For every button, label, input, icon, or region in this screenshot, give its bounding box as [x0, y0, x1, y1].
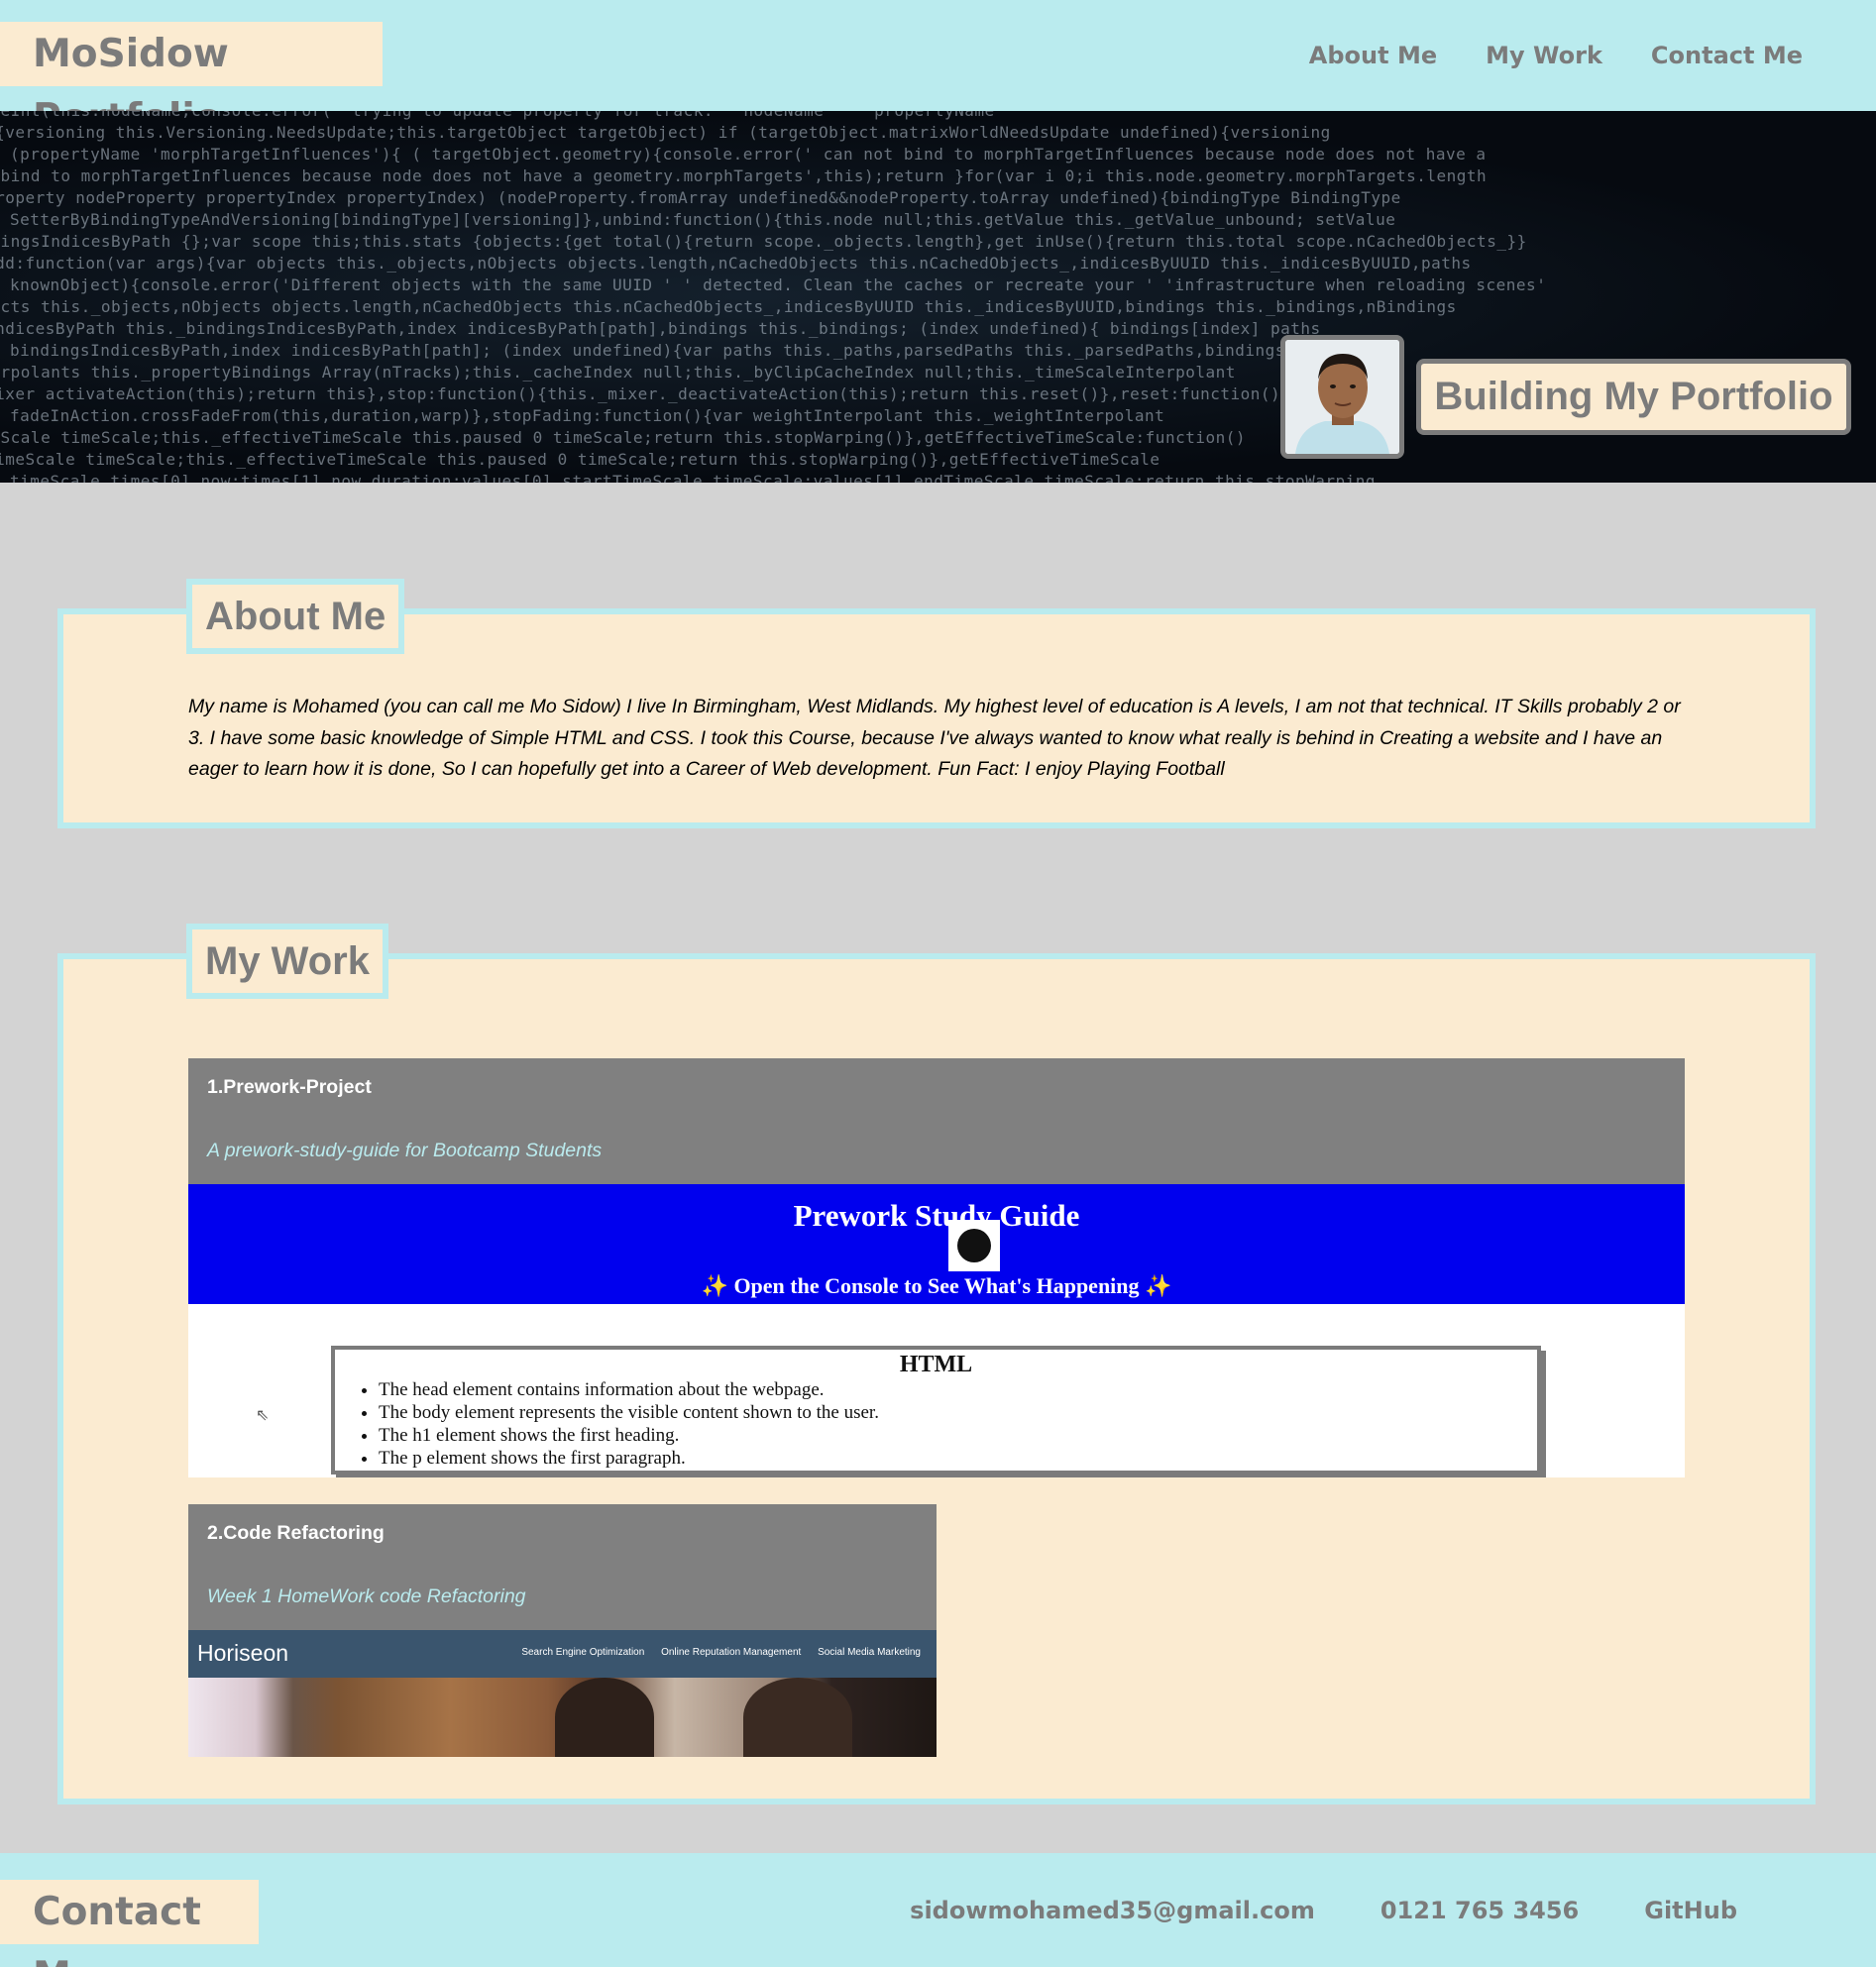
project-card-prework[interactable]: 1.Prework-Project A prework-study-guide …	[188, 1058, 1685, 1477]
about-text: My name is Mohamed (you can call me Mo S…	[188, 696, 1681, 780]
prework-preview-subtitle: ✨ Open the Console to See What's Happeni…	[701, 1273, 1172, 1298]
work-section: My Work 1.Prework-Project A prework-stud…	[57, 924, 1816, 1804]
code-line: parseInt(this.nodeName,console.error(' t…	[0, 111, 995, 120]
portrait-image	[1285, 340, 1399, 454]
list-item: The body element represents the visible …	[379, 1401, 1537, 1424]
sparkle-icon: ✨	[701, 1273, 728, 1298]
main-nav: About Me My Work Contact Me	[1261, 0, 1876, 111]
avatar	[1280, 335, 1404, 459]
html-notes-box: HTML The head element contains informati…	[331, 1346, 1541, 1475]
prework-preview-banner: Prework Study Guide ✨ Open the Console t…	[188, 1184, 1685, 1304]
code-line: timeScale timeScale;this._effectiveTimeS…	[0, 450, 1160, 469]
footer-heading: Contact Me	[0, 1880, 259, 1967]
horiseon-hero-image	[188, 1678, 937, 1757]
prework-preview-title: Prework Study Guide	[793, 1198, 1080, 1233]
email-link[interactable]: sidowmohamed35@gmail.com	[910, 1897, 1315, 1924]
code-line: add:function(var args){var objects this.…	[0, 254, 1472, 273]
list-item: The h1 element shows the first heading.	[379, 1424, 1537, 1447]
project-subtitle: Week 1 HomeWork code Refactoring	[207, 1585, 526, 1607]
project-title: 1.Prework-Project	[207, 1076, 372, 1098]
code-line: interpolants this._propertyBindings Arra…	[0, 363, 1236, 382]
nav-link-about-me[interactable]: About Me	[1309, 42, 1437, 69]
about-section: About Me My name is Mohamed (you can cal…	[57, 579, 1816, 828]
code-line: (propertyName 'morphTargetInfluences'){ …	[10, 145, 1487, 164]
project-card-code-refactoring[interactable]: 2.Code Refactoring Week 1 HomeWork code …	[188, 1504, 937, 1757]
code-line: objects this._objects,nObjects objects.l…	[0, 297, 1457, 316]
contact-links: sidowmohamed35@gmail.com 0121 765 3456 G…	[844, 1853, 1737, 1967]
sparkle-icon: ✨	[1145, 1273, 1172, 1298]
code-line: bindingsIndicesByPath,index indicesByPat…	[10, 341, 1285, 360]
code-line: ){versioning this.Versioning.NeedsUpdate…	[0, 123, 1331, 142]
nav-link-my-work[interactable]: My Work	[1486, 42, 1602, 69]
phone-link[interactable]: 0121 765 3456	[1380, 1897, 1579, 1924]
project-card-header: 1.Prework-Project A prework-study-guide …	[188, 1058, 1685, 1184]
hero-banner: parseInt(this.nodeName,console.error(' t…	[0, 111, 1876, 483]
project-title: 2.Code Refactoring	[207, 1522, 385, 1544]
github-link[interactable]: GitHub	[1644, 1897, 1737, 1924]
project-card-header: 2.Code Refactoring Week 1 HomeWork code …	[188, 1504, 937, 1630]
code-line: property nodeProperty propertyIndex prop…	[0, 188, 1401, 207]
code-line: timeScale times[0] now;times[1] now dura…	[10, 472, 1377, 483]
html-notes-title: HTML	[899, 1352, 973, 1377]
site-footer: Contact Me sidowmohamed35@gmail.com 0121…	[0, 1853, 1876, 1967]
horiseon-preview-nav: Horiseon Search Engine Optimization Onli…	[188, 1630, 937, 1678]
code-line: knownObject){console.error('Different ob…	[10, 275, 1547, 294]
html-notes-list: The head element contains information ab…	[379, 1378, 1537, 1470]
code-line: SetterByBindingTypeAndVersioning[binding…	[10, 210, 1396, 229]
work-heading: My Work	[186, 924, 388, 999]
list-item: The p element shows the first paragraph.	[379, 1447, 1537, 1470]
horiseon-link: Online Reputation Management	[661, 1647, 802, 1658]
horiseon-links: Search Engine Optimization Online Reputa…	[507, 1647, 921, 1658]
cat-logo-icon	[948, 1220, 1000, 1271]
project-subtitle: A prework-study-guide for Bootcamp Stude…	[207, 1140, 603, 1161]
prework-preview-body: ⇖ HTML The head element contains informa…	[188, 1304, 1685, 1477]
code-line: mixer activateAction(this);return this},…	[0, 384, 1281, 403]
site-header: MoSidow Portfolio About Me My Work Conta…	[0, 0, 1876, 141]
code-line: indicesByPath this._bindingsIndicesByPat…	[0, 319, 1321, 338]
horiseon-link: Search Engine Optimization	[521, 1647, 645, 1658]
code-line: bindingsIndicesByPath {};var scope this;…	[0, 232, 1527, 251]
hero-title: Building My Portfolio	[1416, 359, 1851, 435]
code-line: fadeInAction.crossFadeFrom(this,duration…	[10, 406, 1165, 425]
cursor-icon: ⇖	[256, 1405, 270, 1424]
about-heading: About Me	[186, 579, 405, 654]
horiseon-link: Social Media Marketing	[818, 1647, 921, 1658]
horiseon-brand: Horiseon	[197, 1640, 289, 1666]
brand-title: MoSidow Portfolio	[0, 22, 383, 141]
nav-link-contact-me[interactable]: Contact Me	[1651, 42, 1803, 69]
list-item: The head element contains information ab…	[379, 1378, 1537, 1401]
code-line: timeScale timeScale;this._effectiveTimeS…	[0, 428, 1246, 447]
code-line: not bind to morphTargetInfluences becaus…	[0, 166, 1488, 185]
